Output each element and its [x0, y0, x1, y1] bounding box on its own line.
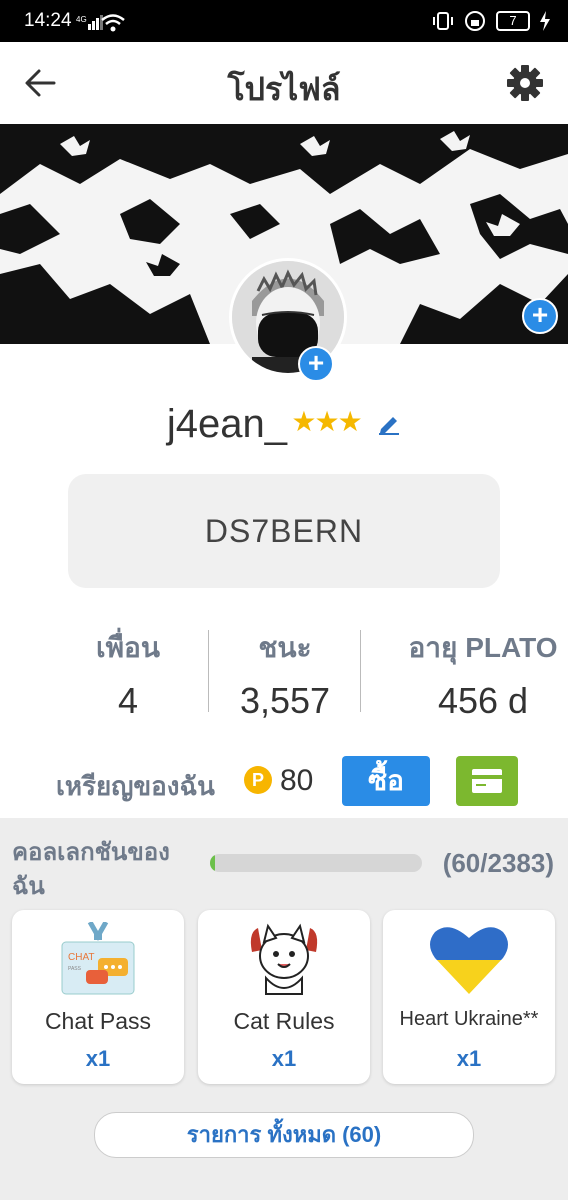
wifi-icon	[101, 14, 125, 32]
stat-wins: ชนะ 3,557	[220, 626, 350, 722]
collection-title: คอลเลกชันของฉัน	[12, 839, 170, 900]
username-row: j4ean_ ★★★	[0, 402, 568, 447]
edit-pencil-icon[interactable]	[377, 411, 401, 435]
view-all-items-button[interactable]: รายการ ทั้งหมด (60)	[94, 1112, 474, 1158]
add-avatar-button[interactable]: +	[298, 346, 334, 382]
item-name: Heart Ukraine**	[399, 1008, 539, 1030]
collection-item-heart-ukraine[interactable]: Heart Ukraine** x1	[383, 910, 555, 1084]
coins-amount: 80	[280, 764, 314, 797]
stat-value: 456 d	[437, 680, 529, 721]
stats-row: เพื่อน 4 ชนะ 3,557 อายุ PLATO 456 d	[0, 626, 568, 721]
item-qty: x1	[85, 1046, 111, 1071]
status-bar: 14:24 4G 7	[0, 0, 568, 42]
collection-progress-bar	[210, 854, 422, 872]
progress-fill	[210, 854, 216, 872]
add-cover-button[interactable]: +	[522, 298, 558, 334]
stat-plato-age: อายุ PLATO 456 d	[400, 626, 566, 722]
buy-button[interactable]: ซื้อ	[342, 756, 430, 806]
divider	[208, 630, 209, 712]
coins-label: เหรียญของฉัน	[56, 771, 215, 801]
svg-text:CHAT: CHAT	[68, 952, 94, 963]
item-qty: x1	[271, 1046, 297, 1071]
heart-ukraine-icon	[430, 927, 508, 995]
app-header: โปรไฟล์	[0, 42, 568, 124]
collection-progress-text: (60/2383)	[442, 848, 554, 878]
stat-friends[interactable]: เพื่อน 4	[68, 626, 188, 722]
item-name: Cat Rules	[233, 1008, 335, 1034]
status-time: 14:24	[24, 10, 72, 31]
coins-row: เหรียญของฉัน P 80 ซื้อ	[0, 756, 568, 806]
friend-code-box[interactable]: DS7BERN	[68, 474, 500, 588]
stat-label: ชนะ	[258, 632, 312, 663]
stat-value: 4	[117, 680, 139, 721]
vibrate-icon	[433, 12, 453, 30]
charging-icon	[540, 11, 550, 31]
item-qty: x1	[456, 1046, 482, 1071]
collection-item-cat-rules[interactable]: Cat Rules x1	[198, 910, 370, 1084]
star-rating: ★★★	[291, 406, 362, 437]
coin-icon: P	[244, 766, 272, 794]
divider	[360, 630, 361, 712]
chat-pass-icon: CHAT PASS	[61, 922, 135, 995]
lock-rotation-icon	[465, 11, 485, 31]
collection-section: คอลเลกชันของฉัน (60/2383) CHAT PASS Chat…	[0, 818, 568, 1200]
page-title: โปรไฟล์	[227, 71, 341, 107]
svg-text:4G: 4G	[76, 15, 87, 24]
cat-icon	[250, 923, 318, 995]
wallet-button[interactable]	[456, 756, 518, 806]
stat-label: อายุ PLATO	[408, 632, 558, 663]
svg-text:PASS: PASS	[68, 966, 82, 972]
stat-label: เพื่อน	[96, 632, 160, 663]
collection-item-chat-pass[interactable]: CHAT PASS Chat Pass x1	[12, 910, 184, 1084]
wallet-icon	[472, 769, 502, 793]
item-name: Chat Pass	[44, 1008, 152, 1034]
username: j4ean_	[166, 402, 287, 446]
gear-icon[interactable]	[506, 64, 544, 102]
stat-value: 3,557	[239, 680, 331, 721]
battery-icon: 7	[496, 11, 530, 31]
